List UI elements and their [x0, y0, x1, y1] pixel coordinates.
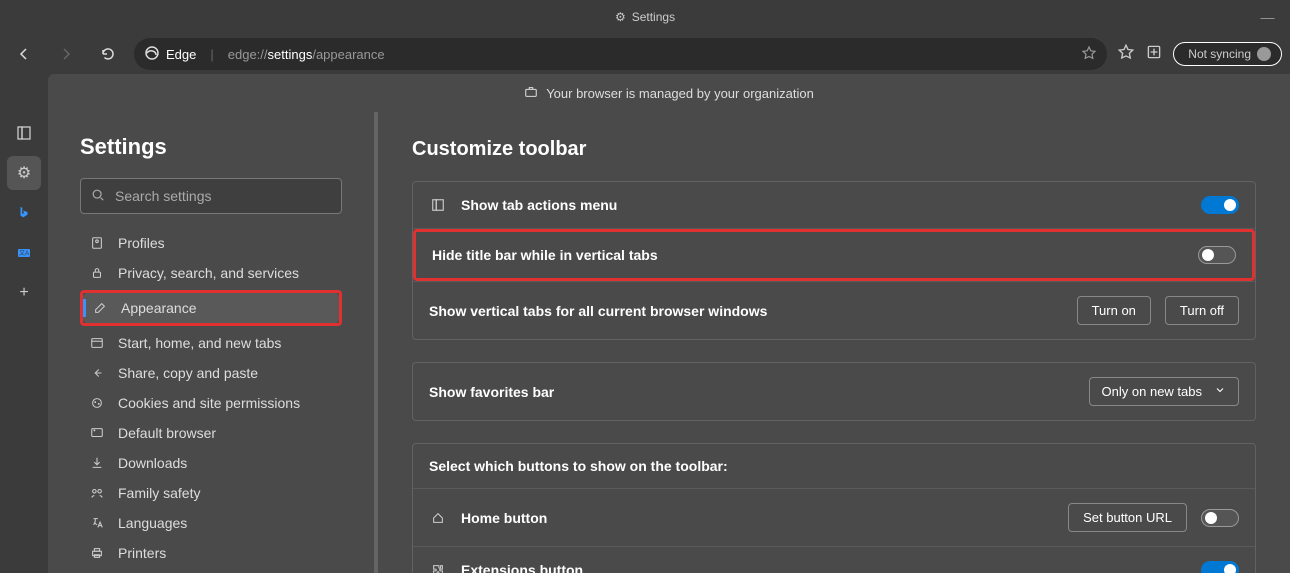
- tab-actions-icon[interactable]: [7, 116, 41, 150]
- search-icon: [91, 188, 105, 205]
- sidebar-item-family[interactable]: Family safety: [80, 478, 342, 508]
- window-controls: —: [1245, 0, 1290, 34]
- sync-status-button[interactable]: Not syncing: [1173, 42, 1282, 66]
- sidebar-item-label: Profiles: [118, 235, 165, 251]
- download-icon: [88, 456, 106, 470]
- favorites-mode-dropdown[interactable]: Only on new tabs: [1089, 377, 1239, 406]
- sidebar-item-cookies[interactable]: Cookies and site permissions: [80, 388, 342, 418]
- row-label: Select which buttons to show on the tool…: [429, 458, 728, 474]
- sidebar-item-label: Family safety: [118, 485, 200, 501]
- row-label: Show tab actions menu: [461, 197, 617, 213]
- sidebar-item-downloads[interactable]: Downloads: [80, 448, 342, 478]
- browser-icon: [88, 426, 106, 440]
- toggle-hide-title-bar[interactable]: [1198, 246, 1236, 264]
- favorites-icon[interactable]: [1117, 43, 1135, 66]
- tab-actions-icon: [429, 198, 447, 212]
- sidebar-item-languages[interactable]: Languages: [80, 508, 342, 538]
- sidebar-item-printers[interactable]: Printers: [80, 538, 342, 568]
- gear-icon: ⚙: [615, 10, 626, 24]
- cookie-icon: [88, 396, 106, 410]
- reload-button[interactable]: [92, 38, 124, 70]
- managed-org-banner: Your browser is managed by your organiza…: [48, 74, 1290, 112]
- row-label: Hide title bar while in vertical tabs: [432, 247, 658, 263]
- settings-content: Customize toolbar Show tab actions menu …: [378, 112, 1290, 573]
- row-label: Home button: [461, 510, 547, 526]
- browser-toolbar: Edge | edge://settings/appearance Not sy…: [0, 34, 1290, 74]
- sidebar-item-label: Default browser: [118, 425, 216, 441]
- new-tab-button[interactable]: +: [7, 276, 41, 310]
- briefcase-icon: [524, 85, 538, 102]
- favorite-star-icon[interactable]: [1081, 45, 1097, 64]
- paintbrush-icon: [91, 301, 109, 315]
- row-label: Show favorites bar: [429, 384, 554, 400]
- family-icon: [88, 486, 106, 500]
- vertical-tab-translate[interactable]: 文A: [7, 236, 41, 270]
- dropdown-value: Only on new tabs: [1102, 384, 1202, 399]
- back-button[interactable]: [8, 38, 40, 70]
- sidebar-item-appearance[interactable]: Appearance: [83, 293, 339, 323]
- collections-icon[interactable]: [1145, 43, 1163, 66]
- sidebar-item-label: Appearance: [121, 300, 197, 316]
- sync-status-label: Not syncing: [1188, 47, 1251, 61]
- sidebar-item-share[interactable]: Share, copy and paste: [80, 358, 342, 388]
- vertical-tab-strip: ⚙ 文A +: [0, 112, 48, 573]
- share-icon: [88, 366, 106, 380]
- sidebar-item-default-browser[interactable]: Default browser: [80, 418, 342, 448]
- turn-on-button[interactable]: Turn on: [1077, 296, 1151, 325]
- chevron-down-icon: [1214, 384, 1226, 399]
- site-name: Edge: [166, 47, 196, 62]
- forward-button[interactable]: [50, 38, 82, 70]
- avatar-icon: [1257, 47, 1271, 61]
- sidebar-item-label: Share, copy and paste: [118, 365, 258, 381]
- svg-text:文A: 文A: [19, 249, 29, 257]
- window-title: Settings: [632, 10, 675, 24]
- vertical-tab-settings[interactable]: ⚙: [7, 156, 41, 190]
- language-icon: [88, 516, 106, 530]
- sidebar-item-label: Privacy, search, and services: [118, 265, 299, 281]
- sidebar-item-start[interactable]: Start, home, and new tabs: [80, 328, 342, 358]
- minimize-button[interactable]: —: [1245, 0, 1290, 34]
- sidebar-item-profiles[interactable]: Profiles: [80, 228, 342, 258]
- row-hide-title-bar: Hide title bar while in vertical tabs: [413, 228, 1255, 281]
- row-label: Show vertical tabs for all current brows…: [429, 303, 767, 319]
- sidebar-item-label: Languages: [118, 515, 187, 531]
- url-host: settings: [268, 47, 313, 62]
- turn-off-button[interactable]: Turn off: [1165, 296, 1239, 325]
- row-home-button: Home button Set button URL: [413, 488, 1255, 546]
- sidebar-item-label: Start, home, and new tabs: [118, 335, 281, 351]
- url-scheme: edge://: [228, 47, 268, 62]
- settings-sidebar: Settings Search settings Profiles Privac…: [48, 112, 378, 573]
- search-placeholder: Search settings: [115, 188, 212, 204]
- profile-icon: [88, 236, 106, 250]
- vertical-tab-bing[interactable]: [7, 196, 41, 230]
- set-button-url-button[interactable]: Set button URL: [1068, 503, 1187, 532]
- section-heading: Customize toolbar: [412, 138, 1256, 161]
- lock-icon: [88, 266, 106, 280]
- row-show-favorites: Show favorites bar Only on new tabs: [413, 363, 1255, 420]
- url-path: /appearance: [312, 47, 384, 62]
- window-icon: [88, 336, 106, 350]
- home-icon: [429, 511, 447, 525]
- row-show-tab-actions: Show tab actions menu: [413, 182, 1255, 228]
- row-extensions-button: Extensions button: [413, 546, 1255, 573]
- settings-title: Settings: [80, 134, 342, 160]
- sidebar-item-label: Printers: [118, 545, 166, 561]
- toggle-home-button[interactable]: [1201, 509, 1239, 527]
- toggle-show-tab-actions[interactable]: [1201, 196, 1239, 214]
- row-select-buttons-header: Select which buttons to show on the tool…: [413, 444, 1255, 488]
- sidebar-item-label: Downloads: [118, 455, 187, 471]
- row-label: Extensions button: [461, 562, 583, 573]
- window-titlebar: ⚙ Settings —: [0, 0, 1290, 34]
- edge-logo-icon: [144, 45, 160, 64]
- managed-org-text: Your browser is managed by your organiza…: [546, 86, 814, 101]
- row-show-vertical-tabs: Show vertical tabs for all current brows…: [413, 281, 1255, 339]
- toggle-extensions-button[interactable]: [1201, 561, 1239, 573]
- puzzle-icon: [429, 563, 447, 573]
- sidebar-item-privacy[interactable]: Privacy, search, and services: [80, 258, 342, 288]
- address-bar[interactable]: Edge | edge://settings/appearance: [134, 38, 1107, 70]
- sidebar-item-label: Cookies and site permissions: [118, 395, 300, 411]
- settings-search-input[interactable]: Search settings: [80, 178, 342, 214]
- printer-icon: [88, 546, 106, 560]
